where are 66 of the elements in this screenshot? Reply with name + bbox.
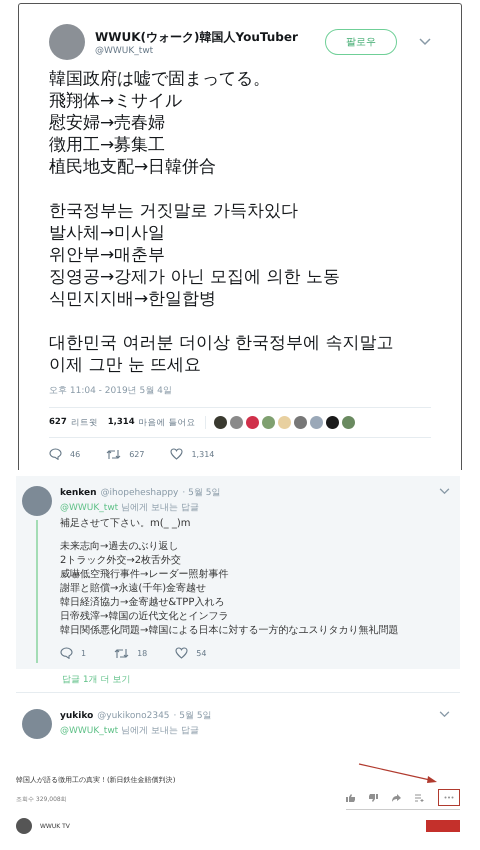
tweet-text: 식민지지배→한일합병 bbox=[49, 288, 218, 310]
mention-link[interactable]: @WWUK_twt bbox=[60, 503, 118, 513]
chevron-down-icon[interactable] bbox=[439, 488, 450, 495]
user-handle: @yukikono2345 bbox=[97, 711, 170, 721]
retweet-icon[interactable] bbox=[106, 448, 122, 460]
reply-text: 2トラック外交→2枚舌外交 bbox=[60, 554, 182, 568]
reply-date: · 5월 5일 bbox=[174, 710, 212, 722]
heart-icon[interactable] bbox=[170, 448, 184, 460]
reply-text: 謝罪と賠償→永遠(千年)金寄越せ bbox=[60, 582, 208, 596]
retweet-icon[interactable] bbox=[114, 648, 130, 658]
user-handle: @ihopeheshappy bbox=[100, 488, 178, 498]
chevron-down-icon[interactable] bbox=[419, 38, 431, 46]
reply-text: 補足させて下さい。m(_ _)m bbox=[60, 517, 192, 531]
tweet-text: 飛翔体→ミサイル bbox=[49, 90, 184, 112]
playlist-add-icon[interactable] bbox=[415, 794, 424, 802]
comment-icon[interactable] bbox=[49, 448, 62, 460]
more-icon bbox=[444, 796, 454, 799]
user-name: kenken bbox=[60, 488, 97, 498]
like-count: 1,314 bbox=[108, 416, 135, 428]
tweet-text: 위안부→매춘부 bbox=[49, 244, 166, 266]
reply-text: 未来志向→過去のぶり返し bbox=[60, 540, 180, 554]
avatar-icon bbox=[22, 486, 52, 516]
follow-button[interactable]: 팔로우 bbox=[325, 29, 397, 55]
heart-icon[interactable] bbox=[175, 647, 188, 659]
retweet-count: 18 bbox=[137, 648, 148, 658]
user-name: yukiko bbox=[60, 711, 94, 721]
like-count: 1,314 bbox=[191, 450, 214, 458]
reply-to-label: 님에게 보내는 답글 bbox=[121, 726, 199, 736]
tweet-text: 대한민국 여러분 더이상 한국정부에 속지말고 bbox=[49, 332, 395, 354]
more-replies-link[interactable]: 답글 1개 더 보기 bbox=[62, 675, 130, 685]
tweet-text: 한국정부는 거짓말로 가득차있다 bbox=[49, 200, 299, 222]
user-name: WWUK(ウォーク)韓国人YouTuber bbox=[95, 28, 299, 46]
thumbs-up-icon[interactable] bbox=[346, 794, 355, 802]
retweet-count: 627 bbox=[129, 450, 144, 458]
avatar-icon bbox=[49, 24, 85, 60]
thumbs-down-icon[interactable] bbox=[369, 794, 378, 802]
avatar-icon bbox=[16, 818, 32, 834]
chevron-down-icon[interactable] bbox=[439, 711, 450, 718]
reply-text: 威嚇低空飛行事件→レーダー照射事件 bbox=[60, 568, 230, 582]
reply-text: 韓日経済協力→金寄越せ&TPP入れろ bbox=[60, 596, 226, 610]
tweet-text: 韓国政府は嘘で固まってる。 bbox=[49, 68, 271, 90]
reply-text: 日帝残滓→韓国の近代文化とインフラ bbox=[60, 610, 230, 624]
tweet-text: 徴用工→募集工 bbox=[49, 134, 166, 156]
share-icon[interactable] bbox=[392, 794, 401, 802]
reply-count: 46 bbox=[70, 450, 80, 458]
tweet-text: 발사체→미사일 bbox=[49, 222, 166, 244]
timestamp: 오후 11:04 - 2019년 5월 4일 bbox=[49, 385, 173, 397]
comment-icon[interactable] bbox=[60, 647, 73, 659]
more-button[interactable] bbox=[438, 789, 460, 806]
tweet-text: 植民地支配→日韓併合 bbox=[49, 156, 218, 178]
tweet-text: 慰安婦→売春婦 bbox=[49, 112, 166, 134]
like-count: 54 bbox=[196, 648, 206, 658]
reply-date: · 5월 5일 bbox=[182, 487, 220, 499]
avatar-icon[interactable] bbox=[326, 416, 340, 429]
reply-to-label: 님에게 보내는 답글 bbox=[121, 503, 199, 513]
reply-text: 韓日関係悪化問題→韓国による日本に対する一方的なユスりタカり無礼問題 bbox=[60, 624, 400, 638]
retweet-count: 627 bbox=[49, 416, 67, 428]
mention-link[interactable]: @WWUK_twt bbox=[60, 726, 118, 736]
tweet-text: 이제 그만 눈 뜨세요 bbox=[49, 354, 202, 376]
avatar-icon[interactable] bbox=[214, 416, 228, 429]
retweet-label: 리트윗 bbox=[70, 416, 98, 428]
like-label: 마음에 들어요 bbox=[138, 416, 196, 428]
user-handle: @WWUK_twt bbox=[95, 46, 154, 56]
reply-count: 1 bbox=[81, 648, 86, 658]
avatar-icon bbox=[22, 709, 52, 739]
tweet-text: 징영공→강제가 아닌 모집에 의한 노동 bbox=[49, 266, 341, 288]
